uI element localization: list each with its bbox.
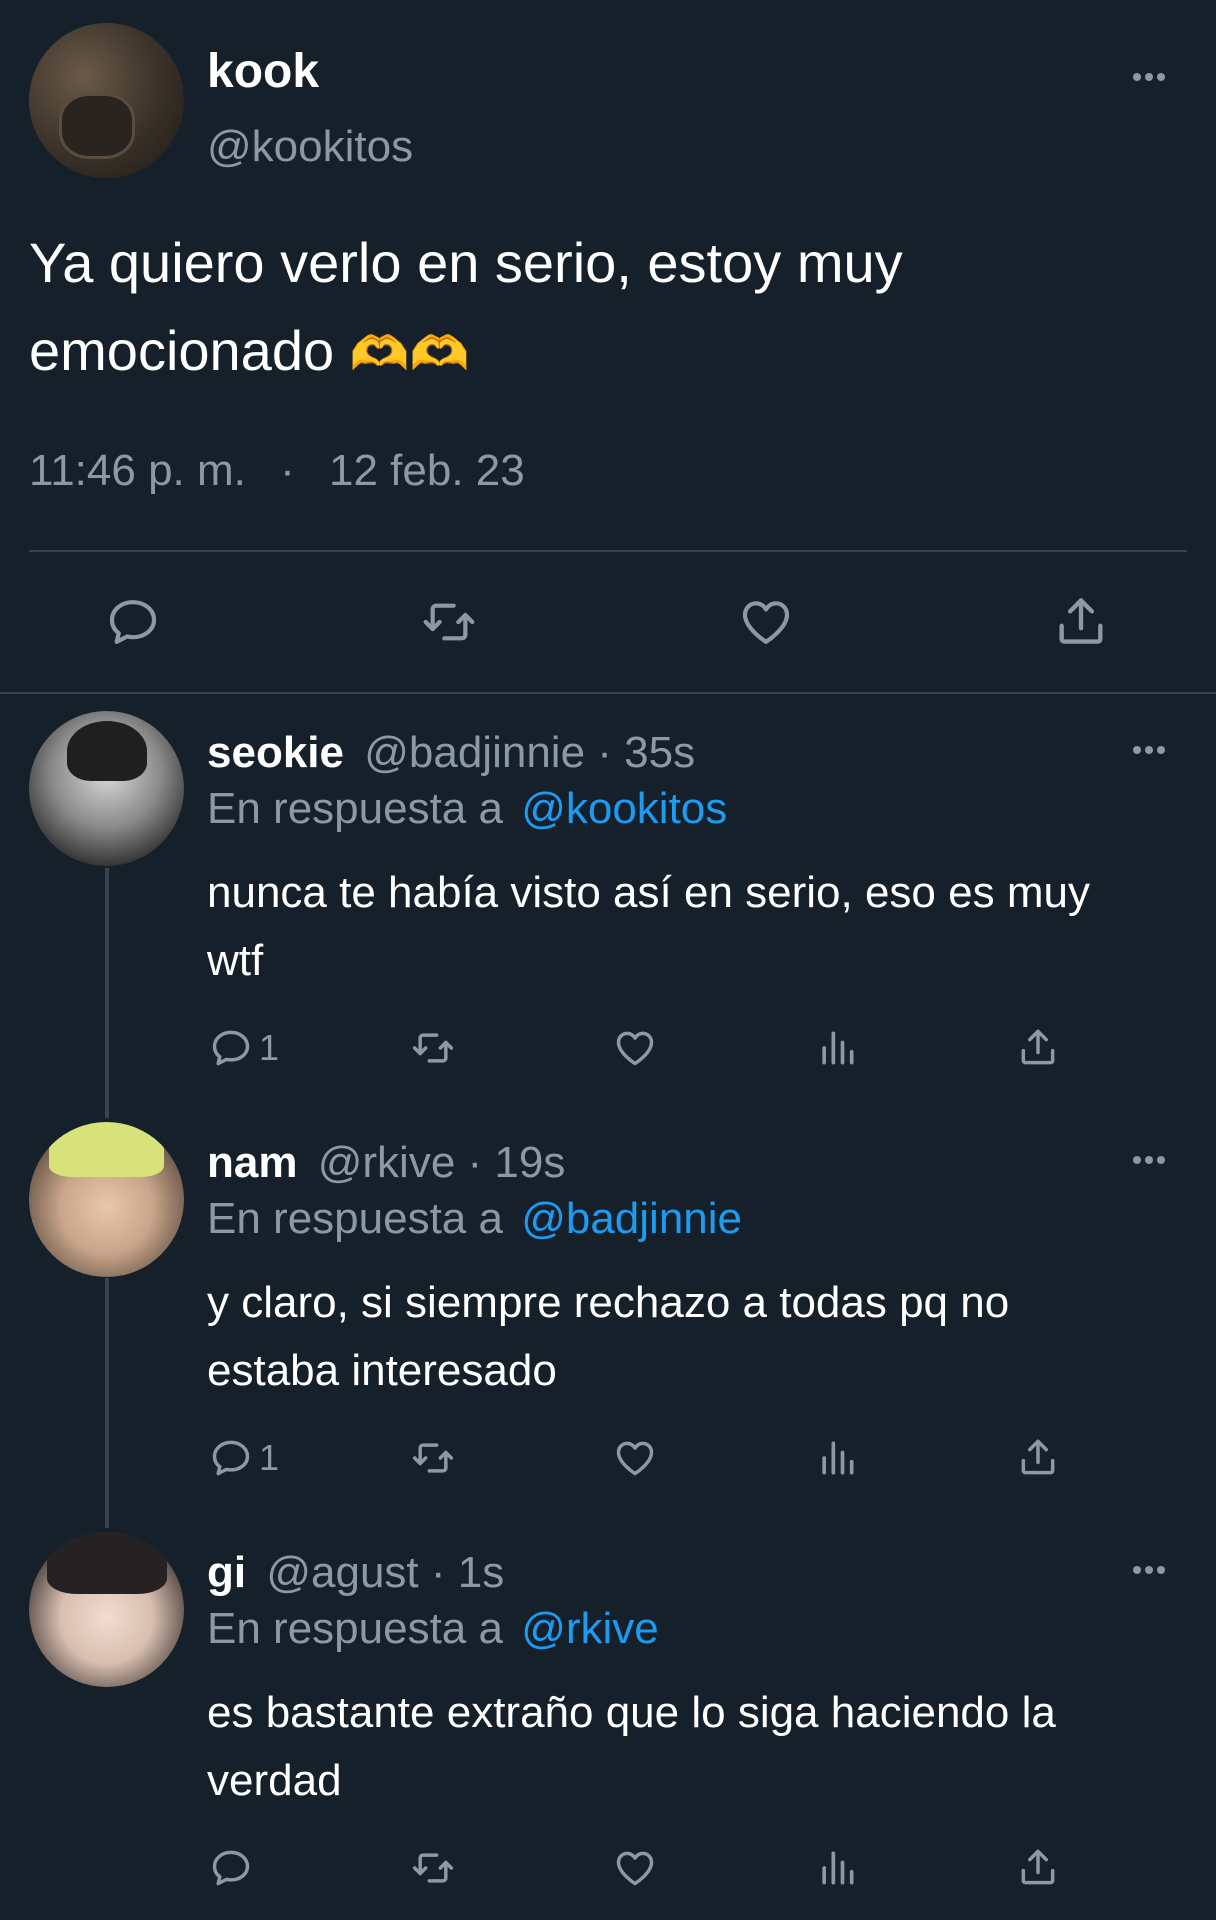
like-icon xyxy=(736,594,796,650)
reply1-reply-count: 1 xyxy=(259,1027,280,1068)
reply1-reply-prefix: En respuesta a xyxy=(207,784,503,833)
retweet-icon xyxy=(408,1026,458,1070)
share-icon xyxy=(1016,1024,1060,1070)
reply2-like-button[interactable] xyxy=(612,1436,658,1480)
reply-icon xyxy=(209,1846,253,1890)
share-icon xyxy=(1052,592,1110,650)
reply1-age[interactable]: · 35s xyxy=(597,728,695,777)
main-tweet-text-line2: emocionado xyxy=(29,319,335,382)
reply1-reply-button[interactable]: 1 xyxy=(209,1026,279,1070)
reply2-views-button[interactable] xyxy=(815,1436,859,1480)
avatar-kook[interactable] xyxy=(29,23,184,178)
main-reply-button[interactable] xyxy=(104,594,162,650)
reply1-text-line2: wtf xyxy=(207,936,264,985)
reply1-views-button[interactable] xyxy=(815,1026,859,1070)
main-tweet-divider xyxy=(29,550,1187,552)
meta-separator: · xyxy=(280,446,295,495)
reply3-context: En respuesta a @rkive xyxy=(207,1604,659,1654)
more-icon[interactable] xyxy=(1133,741,1173,754)
reply2-context: En respuesta a @badjinnie xyxy=(207,1194,742,1244)
main-tweet-meta: 11:46 p. m. · 12 feb. 23 xyxy=(29,446,525,496)
reply3-reply-button[interactable] xyxy=(209,1846,259,1890)
reply3-like-button[interactable] xyxy=(612,1846,658,1890)
share-icon xyxy=(1016,1844,1060,1890)
reply3-reply-to[interactable]: @rkive xyxy=(521,1604,659,1653)
retweet-icon xyxy=(408,1436,458,1480)
heart-hands-emoji: 🫶🫶 xyxy=(349,326,470,382)
retweet-icon xyxy=(418,594,480,650)
reply-icon xyxy=(209,1436,253,1480)
more-icon[interactable] xyxy=(1133,68,1173,81)
avatar-seokie[interactable] xyxy=(29,711,184,866)
thread-line-1 xyxy=(105,868,109,1118)
reply3-share-button[interactable] xyxy=(1016,1844,1060,1890)
share-icon xyxy=(1016,1434,1060,1480)
main-tweet-time[interactable]: 11:46 p. m. xyxy=(29,446,246,495)
reply2-display-name[interactable]: nam xyxy=(207,1138,297,1187)
reply1-context: En respuesta a @kookitos xyxy=(207,784,727,834)
reply3-age[interactable]: · 1s xyxy=(431,1548,504,1597)
main-like-button[interactable] xyxy=(736,594,796,650)
reply2-share-button[interactable] xyxy=(1016,1434,1060,1480)
reply3-retweet-button[interactable] xyxy=(408,1846,458,1890)
main-tweet-text-line1: Ya quiero verlo en serio, estoy muy xyxy=(29,231,903,294)
avatar-gi[interactable] xyxy=(29,1532,184,1687)
reply-icon xyxy=(209,1026,253,1070)
reply3-views-button[interactable] xyxy=(815,1846,859,1890)
reply3-text-line1: es bastante extraño que lo siga haciendo… xyxy=(207,1688,1056,1737)
avatar-nam[interactable] xyxy=(29,1122,184,1277)
reply1-handle[interactable]: @badjinnie xyxy=(364,728,585,777)
reply2-reply-prefix: En respuesta a xyxy=(207,1194,503,1243)
main-tweet-bottom-divider xyxy=(0,692,1216,694)
reply1-reply-to[interactable]: @kookitos xyxy=(521,784,727,833)
reply3-handle[interactable]: @agust xyxy=(266,1548,418,1597)
reply1-retweet-button[interactable] xyxy=(408,1026,458,1070)
main-tweet-date[interactable]: 12 feb. 23 xyxy=(329,446,525,495)
reply2-reply-count: 1 xyxy=(259,1437,280,1478)
reply3-header: gi @agust · 1s xyxy=(207,1548,504,1598)
retweet-icon xyxy=(408,1846,458,1890)
reply3-display-name[interactable]: gi xyxy=(207,1548,246,1597)
more-icon[interactable] xyxy=(1133,1151,1173,1164)
reply2-reply-button[interactable]: 1 xyxy=(209,1436,279,1480)
views-icon xyxy=(815,1026,859,1070)
reply3-text-line2: verdad xyxy=(207,1756,342,1805)
reply2-text-line1: y claro, si siempre rechazo a todas pq n… xyxy=(207,1278,1010,1327)
main-tweet-text-line2-wrap: emocionado 🫶🫶 xyxy=(29,318,469,383)
views-icon xyxy=(815,1846,859,1890)
like-icon xyxy=(612,1026,658,1070)
reply1-header: seokie @badjinnie · 35s xyxy=(207,728,695,778)
more-icon[interactable] xyxy=(1133,1561,1173,1574)
reply1-share-button[interactable] xyxy=(1016,1024,1060,1070)
reply2-retweet-button[interactable] xyxy=(408,1436,458,1480)
reply2-reply-to[interactable]: @badjinnie xyxy=(521,1194,742,1243)
main-share-button[interactable] xyxy=(1052,592,1110,650)
reply2-age[interactable]: · 19s xyxy=(468,1138,566,1187)
reply2-handle[interactable]: @rkive xyxy=(318,1138,456,1187)
reply3-reply-prefix: En respuesta a xyxy=(207,1604,503,1653)
reply-icon xyxy=(104,594,162,650)
views-icon xyxy=(815,1436,859,1480)
main-retweet-button[interactable] xyxy=(418,594,480,650)
main-tweet-handle[interactable]: @kookitos xyxy=(207,122,413,172)
reply1-like-button[interactable] xyxy=(612,1026,658,1070)
like-icon xyxy=(612,1436,658,1480)
thread-line-2 xyxy=(105,1278,109,1528)
reply2-header: nam @rkive · 19s xyxy=(207,1138,565,1188)
reply1-text-line1: nunca te había visto así en serio, eso e… xyxy=(207,868,1090,917)
like-icon xyxy=(612,1846,658,1890)
main-tweet-display-name[interactable]: kook xyxy=(207,44,319,99)
reply2-text-line2: estaba interesado xyxy=(207,1346,557,1395)
reply1-display-name[interactable]: seokie xyxy=(207,728,344,777)
